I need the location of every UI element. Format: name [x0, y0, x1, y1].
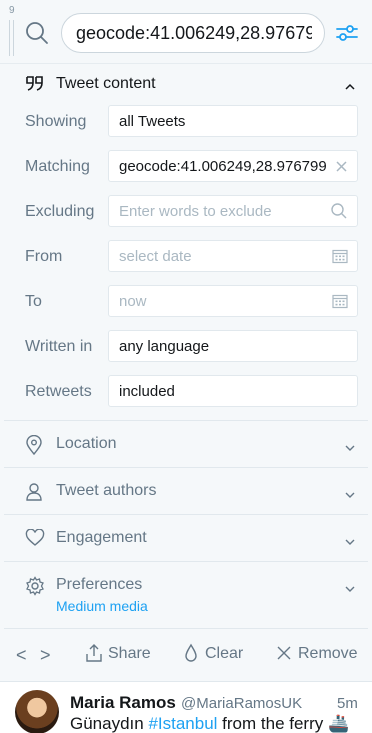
tweet-text: Günaydın #Istanbul from the ferry 🚢: [70, 714, 349, 733]
language-value: any language: [119, 338, 210, 355]
tweet-author-handle[interactable]: @MariaRamosUK: [181, 695, 302, 712]
written-in-label: Written in: [25, 338, 93, 355]
location-section[interactable]: Location: [4, 420, 368, 467]
showing-row: Showing all Tweets: [4, 105, 368, 139]
chevron-up-icon: [344, 78, 356, 96]
retweets-select[interactable]: included: [108, 375, 358, 407]
heart-icon: [25, 528, 45, 552]
tweet-text-after: from the ferry 🚢: [217, 714, 350, 733]
to-row: To now: [4, 285, 368, 319]
preferences-title: Preferences: [56, 576, 143, 593]
showing-select[interactable]: all Tweets: [108, 105, 358, 137]
calendar-icon[interactable]: [332, 249, 348, 269]
matching-value: geocode:41.006249,28.976799: [119, 158, 327, 175]
chevron-down-icon: [344, 439, 356, 457]
engagement-section[interactable]: Engagement: [4, 514, 368, 561]
matching-label: Matching: [25, 158, 90, 175]
chevron-down-icon: [344, 486, 356, 504]
move-right-button[interactable]: >: [40, 645, 51, 666]
remove-label: Remove: [298, 645, 358, 662]
to-label: To: [25, 293, 42, 310]
retweets-label: Retweets: [25, 383, 92, 400]
drop-icon: [185, 643, 197, 662]
share-button[interactable]: Share: [84, 643, 152, 665]
section-title: Tweet content: [56, 75, 156, 92]
showing-label: Showing: [25, 113, 87, 130]
column-header: 9: [0, 0, 372, 64]
tweet-author-name[interactable]: Maria Ramos: [70, 693, 176, 713]
search-field[interactable]: [61, 13, 325, 53]
matching-row: Matching geocode:41.006249,28.976799: [4, 150, 368, 184]
close-icon: [277, 646, 291, 660]
tweet-timestamp[interactable]: 5m: [337, 695, 358, 712]
showing-value: all Tweets: [119, 113, 186, 130]
retweets-value: included: [119, 383, 175, 400]
user-icon: [25, 482, 43, 507]
written-in-row: Written in any language: [4, 330, 368, 364]
filter-toggle-button[interactable]: [334, 20, 360, 46]
from-label: From: [25, 248, 63, 265]
map-pin-icon: [25, 434, 43, 460]
column-number: 9: [9, 5, 15, 16]
column-actions-bar: < > Share Clear Remove: [4, 628, 368, 678]
chevron-down-icon: [344, 533, 356, 551]
clear-icon[interactable]: [335, 160, 348, 178]
move-left-button[interactable]: <: [16, 645, 27, 666]
search-filter-panel: Tweet content Showing all Tweets Matchin…: [4, 64, 368, 681]
excluding-placeholder: Enter words to exclude: [119, 203, 272, 220]
search-icon: [330, 202, 348, 225]
excluding-row: Excluding Enter words to exclude: [4, 195, 368, 229]
search-icon: [24, 20, 50, 46]
language-select[interactable]: any language: [108, 330, 358, 362]
gear-icon: [25, 576, 45, 601]
clear-button[interactable]: Clear: [184, 643, 246, 665]
share-icon: [86, 644, 102, 662]
avatar[interactable]: [15, 690, 59, 733]
location-title: Location: [56, 435, 117, 452]
excluding-label: Excluding: [25, 203, 95, 220]
search-input[interactable]: [62, 14, 324, 52]
drag-handle[interactable]: [9, 20, 14, 56]
clear-label: Clear: [205, 645, 244, 662]
tweet-content-header[interactable]: Tweet content: [4, 64, 368, 104]
hashtag-link[interactable]: #Istanbul: [148, 714, 217, 733]
from-row: From select date: [4, 240, 368, 274]
to-date-input[interactable]: now: [108, 285, 358, 317]
tweet-authors-title: Tweet authors: [56, 482, 157, 499]
from-date-input[interactable]: select date: [108, 240, 358, 272]
tweet-item[interactable]: Maria Ramos @MariaRamosUK 5m Günaydın #I…: [0, 681, 372, 733]
calendar-icon[interactable]: [332, 294, 348, 314]
from-placeholder: select date: [119, 248, 192, 265]
chevron-down-icon: [344, 580, 356, 598]
tweet-text-before: Günaydın: [70, 714, 149, 733]
quote-icon: [25, 74, 45, 97]
tweet-authors-section[interactable]: Tweet authors: [4, 467, 368, 514]
preferences-section[interactable]: Preferences Medium media: [4, 561, 368, 629]
to-placeholder: now: [119, 293, 147, 310]
remove-button[interactable]: Remove: [276, 643, 360, 665]
preferences-summary: Medium media: [56, 598, 148, 614]
sliders-icon: [336, 25, 358, 41]
matching-input[interactable]: geocode:41.006249,28.976799: [108, 150, 358, 182]
column: 9 T: [0, 0, 372, 733]
share-label: Share: [108, 645, 151, 662]
excluding-input[interactable]: Enter words to exclude: [108, 195, 358, 227]
engagement-title: Engagement: [56, 529, 147, 546]
retweets-row: Retweets included: [4, 375, 368, 409]
